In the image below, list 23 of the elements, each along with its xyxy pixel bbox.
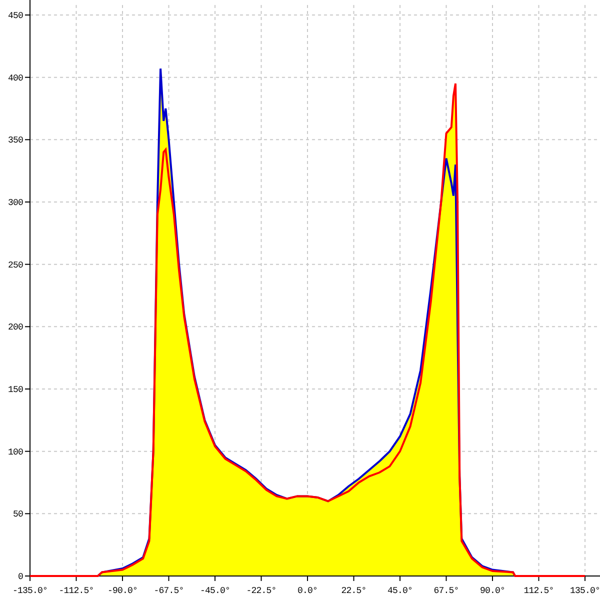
tick-label: 300 — [8, 198, 23, 208]
tick-label: 400 — [8, 73, 23, 84]
tick-label: 250 — [8, 260, 23, 270]
tick-label: 450 — [8, 11, 23, 21]
tick-label: -22.5° — [246, 586, 276, 596]
tick-label: 100 — [8, 447, 23, 458]
tick-label: 50 — [12, 510, 23, 520]
tick-label: 112.5° — [524, 586, 554, 596]
tick-label: 150 — [8, 385, 23, 395]
tick-label: -135.0° — [12, 586, 48, 596]
tick-label: 0 — [18, 572, 23, 582]
tick-label: -67.5° — [154, 586, 184, 596]
tick-label: 135.0° — [570, 586, 600, 596]
tick-label: 90.0° — [480, 586, 505, 596]
tick-label: 350 — [8, 136, 23, 146]
tick-label: 45.0° — [388, 586, 412, 596]
tick-label: -45.0° — [200, 586, 230, 596]
tick-label: 67.5° — [434, 586, 459, 596]
tick-label: 200 — [8, 322, 23, 333]
tick-label: -90.0° — [108, 586, 138, 596]
tick-label: 0.0° — [298, 586, 318, 596]
tick-label: -112.5° — [58, 586, 94, 596]
tick-label: 22.5° — [341, 586, 366, 596]
